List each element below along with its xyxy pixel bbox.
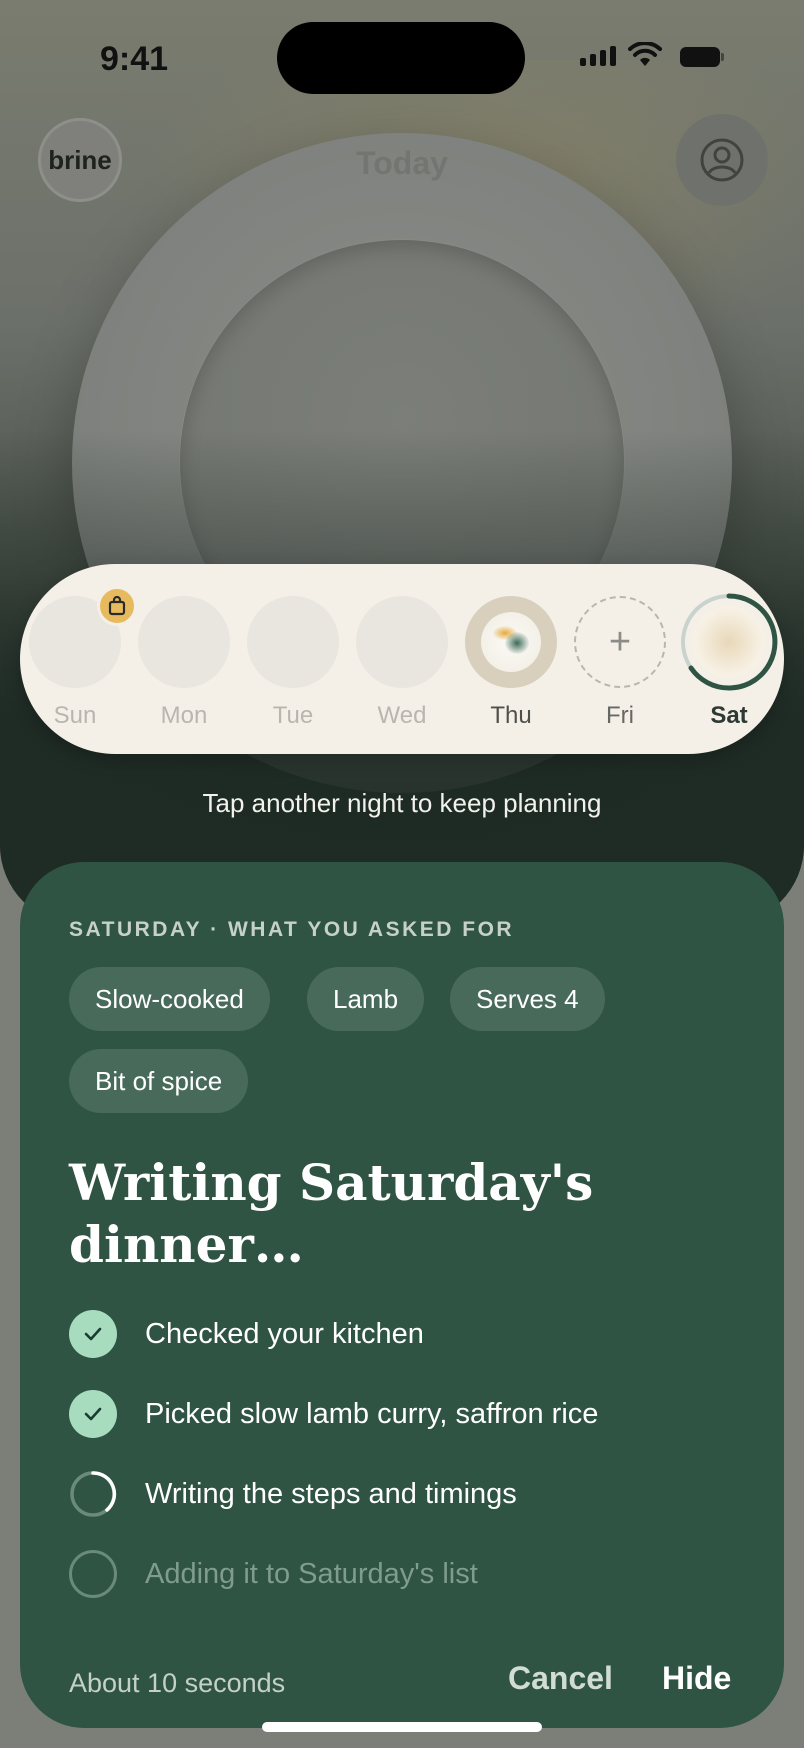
step-label: Writing the steps and timings <box>145 1478 517 1510</box>
day-label: Fri <box>606 702 634 729</box>
progress-step: Writing the steps and timings <box>69 1470 749 1520</box>
day-plate <box>693 606 765 678</box>
status-bar: 9:41 <box>0 0 804 110</box>
day-tue[interactable]: Tue <box>243 564 343 754</box>
step-label: Checked your kitchen <box>145 1318 424 1350</box>
generation-sheet: SATURDAY · WHAT YOU ASKED FOR Slow-cooke… <box>20 862 784 1728</box>
battery-icon <box>680 47 724 67</box>
week-day-picker: Sun Mon Tue Wed Thu + Fri Sat <box>20 564 784 754</box>
status-time: 9:41 <box>100 40 169 78</box>
day-plate <box>247 596 339 688</box>
sheet-eyebrow: SATURDAY · WHAT YOU ASKED FOR <box>69 918 515 941</box>
checkmark-icon <box>69 1390 117 1438</box>
planning-hint: Tap another night to keep planning <box>202 788 602 818</box>
request-chip: Bit of spice <box>69 1049 249 1113</box>
planned-meal-thumbnail <box>481 612 541 672</box>
cancel-button[interactable]: Cancel <box>508 1660 613 1697</box>
wifi-icon <box>628 42 662 66</box>
request-chip: Serves 4 <box>450 967 605 1031</box>
day-label: Tue <box>272 702 314 729</box>
day-plate <box>356 596 448 688</box>
user-icon <box>700 138 744 182</box>
day-sat[interactable]: Sat <box>679 564 779 754</box>
day-label: Thu <box>490 702 532 729</box>
progress-step: Checked your kitchen <box>69 1310 749 1360</box>
step-label: Adding it to Saturday's list <box>145 1558 478 1590</box>
eta-label: About 10 seconds <box>69 1668 286 1698</box>
day-plate <box>465 596 557 688</box>
request-chip: Lamb <box>307 967 425 1031</box>
checkmark-icon <box>69 1310 117 1358</box>
spinner-icon <box>70 1471 117 1517</box>
profile-button[interactable] <box>676 114 768 206</box>
hide-button[interactable]: Hide <box>662 1660 731 1697</box>
day-thu[interactable]: Thu <box>461 564 561 754</box>
cellular-signal-icon <box>580 46 616 66</box>
step-label: Picked slow lamb curry, saffron rice <box>145 1398 599 1430</box>
day-label: Wed <box>377 702 427 729</box>
plus-icon: + <box>608 621 632 663</box>
day-mon[interactable]: Mon <box>134 564 234 754</box>
sheet-title: Writing Saturday's dinner… <box>69 1153 594 1274</box>
day-wed[interactable]: Wed <box>352 564 452 754</box>
shopping-bag-icon <box>97 586 137 626</box>
day-label: Sun <box>53 702 97 729</box>
day-label: Sat <box>710 702 748 729</box>
day-sun[interactable]: Sun <box>25 564 137 754</box>
request-chip: Slow-cooked <box>69 967 270 1031</box>
home-indicator[interactable] <box>262 1722 542 1732</box>
add-meal-slot: + <box>574 596 666 688</box>
day-plate <box>138 596 230 688</box>
progress-step: Adding it to Saturday's list <box>69 1550 749 1600</box>
day-fri[interactable]: + Fri <box>570 564 670 754</box>
dynamic-island <box>277 22 525 94</box>
progress-step: Picked slow lamb curry, saffron rice <box>69 1390 749 1440</box>
day-label: Mon <box>160 702 208 729</box>
empty-circle-icon <box>69 1550 117 1598</box>
